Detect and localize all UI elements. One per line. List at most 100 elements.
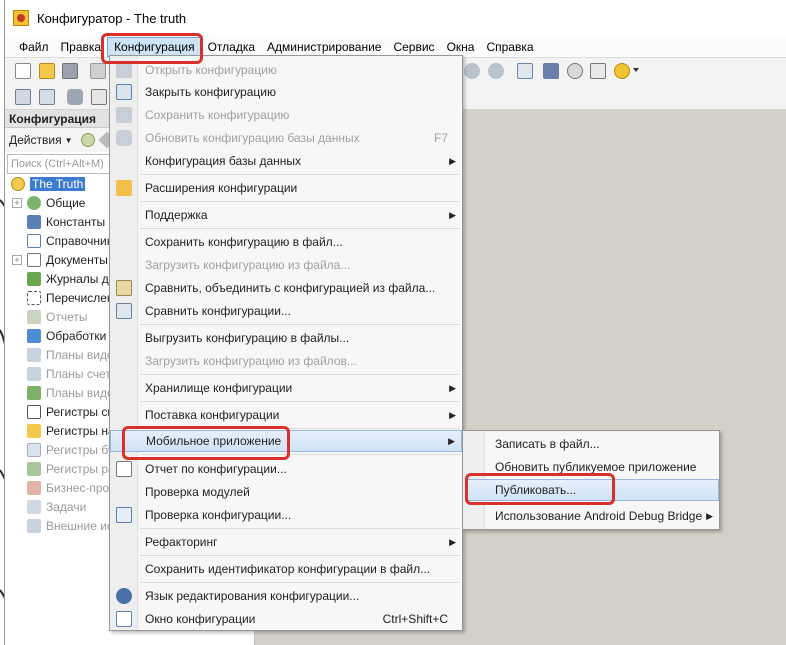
menu-item-refactoring[interactable]: Рефакторинг ▶ (110, 531, 462, 553)
menu-item-compare-configs[interactable]: Сравнить конфигурации... (110, 300, 462, 322)
actions-dropdown[interactable]: Действия (9, 133, 62, 147)
add-icon[interactable] (80, 133, 95, 147)
configuration-root-icon (11, 176, 25, 191)
menu-item-load-from-file[interactable]: Загрузить конфигурацию из файла... (110, 254, 462, 276)
menu-item-update-db-config[interactable]: Обновить конфигурацию базы данных F7 (110, 127, 462, 149)
tree-item-label: Регистры бу (46, 442, 114, 457)
menu-item-save-config-id[interactable]: Сохранить идентификатор конфигурации в ф… (110, 558, 462, 580)
menu-item-support[interactable]: Поддержка ▶ (110, 204, 462, 226)
undo-icon[interactable] (464, 63, 480, 79)
chevron-down-icon[interactable] (633, 68, 639, 74)
tree-item-label: Задачи (46, 499, 87, 514)
menu-service[interactable]: Сервис (387, 37, 440, 57)
menu-item-label: Рефакторинг (145, 535, 218, 549)
chevron-down-icon[interactable]: ▼ (65, 136, 73, 145)
menu-separator (140, 401, 460, 402)
annotation-highlight-mobile-app (122, 426, 290, 460)
compare-merge-icon (116, 280, 132, 296)
calculation-types-icon (27, 385, 41, 400)
tree-item-label: Планы счето (46, 366, 118, 381)
config-tree-icon[interactable] (15, 89, 31, 105)
menu-item-config-window[interactable]: Окно конфигурации Ctrl+Shift+C (110, 608, 462, 630)
menu-item-save-config[interactable]: Сохранить конфигурацию (110, 104, 462, 126)
menu-help[interactable]: Справка (480, 37, 539, 57)
tree-item-label: Отчеты (46, 309, 88, 324)
menu-item-label: Окно конфигурации (145, 612, 256, 626)
tree-item-label: Бизнес-проц (46, 480, 117, 495)
menu-item-config-report[interactable]: Отчет по конфигурации... (110, 458, 462, 480)
help-search-icon[interactable] (567, 63, 583, 79)
menu-separator (140, 528, 460, 529)
menu-separator (140, 555, 460, 556)
catalogs-icon (27, 233, 41, 248)
menu-windows[interactable]: Окна (441, 37, 481, 57)
submenu-arrow-icon: ▶ (449, 409, 456, 420)
chart-types-icon (27, 347, 41, 362)
configuration-menu: Открыть конфигурацию Закрыть конфигураци… (109, 55, 463, 631)
menu-item-label: Сохранить идентификатор конфигурации в ф… (145, 562, 431, 576)
close-config-icon (116, 84, 132, 100)
menu-item-edit-language[interactable]: Язык редактирования конфигурации... (110, 585, 462, 607)
book-icon[interactable] (590, 63, 606, 79)
menu-item-delivery[interactable]: Поставка конфигурации ▶ (110, 404, 462, 426)
compare-configs-icon (116, 303, 132, 319)
submenu-item-write-to-file[interactable]: Записать в файл... (463, 433, 719, 455)
info-icon[interactable] (614, 63, 630, 79)
menu-separator (140, 374, 460, 375)
menu-separator (140, 174, 460, 175)
menu-separator (140, 582, 460, 583)
menu-edit[interactable]: Правка (55, 37, 108, 57)
menu-item-label: Сохранить конфигурацию (145, 108, 290, 122)
business-processes-icon (27, 480, 41, 495)
menu-item-check-config[interactable]: Проверка конфигурации... (110, 504, 462, 526)
menu-item-label: Расширения конфигурации (145, 181, 298, 195)
submenu-arrow-icon: ▶ (449, 155, 456, 166)
cut-icon[interactable] (90, 63, 106, 79)
menu-item-repository[interactable]: Хранилище конфигурации ▶ (110, 377, 462, 399)
info-registers-icon (27, 404, 41, 419)
menu-item-label: Сравнить, объединить с конфигурацией из … (145, 281, 436, 295)
checklist-icon (116, 507, 132, 523)
tree-item-label: Регистры св (46, 404, 114, 419)
windows-icon[interactable] (517, 63, 533, 79)
menu-item-label: Поддержка (145, 208, 208, 222)
journals-icon (27, 271, 41, 286)
menu-file[interactable]: Файл (13, 37, 55, 57)
menu-item-check-modules[interactable]: Проверка модулей (110, 481, 462, 503)
open-folder-icon[interactable] (39, 63, 55, 79)
window-title: Конфигуратор - The truth (37, 10, 187, 26)
menu-item-extensions[interactable]: Расширения конфигурации (110, 177, 462, 199)
menu-item-close-config[interactable]: Закрыть конфигурацию (110, 81, 462, 103)
tree-item-label: Документы (46, 252, 108, 267)
expand-icon[interactable]: + (12, 254, 22, 265)
menu-item-db-config[interactable]: Конфигурация базы данных ▶ (110, 150, 462, 172)
save-icon[interactable] (62, 63, 78, 79)
tree-item-label: Справочники (46, 233, 119, 248)
compare-icon[interactable] (39, 89, 55, 105)
title-bar: Конфигуратор - The truth (5, 0, 786, 36)
shortcut-label: Ctrl+Shift+C (382, 612, 448, 626)
submenu-item-android-debug-bridge[interactable]: Использование Android Debug Bridge ▶ (463, 505, 719, 527)
annotation-highlight-publish (465, 473, 615, 505)
menu-item-export-to-files[interactable]: Выгрузить конфигурацию в файлы... (110, 327, 462, 349)
menu-item-label: Отчет по конфигурации... (145, 462, 287, 476)
menu-item-compare-merge[interactable]: Сравнить, объединить с конфигурацией из … (110, 277, 462, 299)
menu-administration[interactable]: Администрирование (261, 37, 387, 57)
wizard-icon[interactable] (543, 63, 559, 79)
menu-item-save-to-file[interactable]: Сохранить конфигурацию в файл... (110, 231, 462, 253)
database-icon[interactable] (67, 89, 83, 105)
table-icon[interactable] (91, 89, 107, 105)
window-icon (116, 611, 132, 627)
menu-item-label: Поставка конфигурации (145, 408, 280, 422)
menu-debug[interactable]: Отладка (202, 37, 261, 57)
search-input[interactable]: Поиск (Ctrl+Alt+M) (7, 154, 111, 174)
processors-icon (27, 328, 41, 343)
tasks-icon (27, 499, 41, 514)
menu-item-load-from-files[interactable]: Загрузить конфигурацию из файлов... (110, 350, 462, 372)
database-icon (116, 130, 132, 146)
tree-item-label: Обработки (46, 328, 107, 343)
submenu-arrow-icon: ▶ (706, 510, 713, 521)
redo-icon[interactable] (488, 63, 504, 79)
new-document-icon[interactable] (15, 63, 31, 79)
expand-icon[interactable]: + (12, 197, 22, 208)
